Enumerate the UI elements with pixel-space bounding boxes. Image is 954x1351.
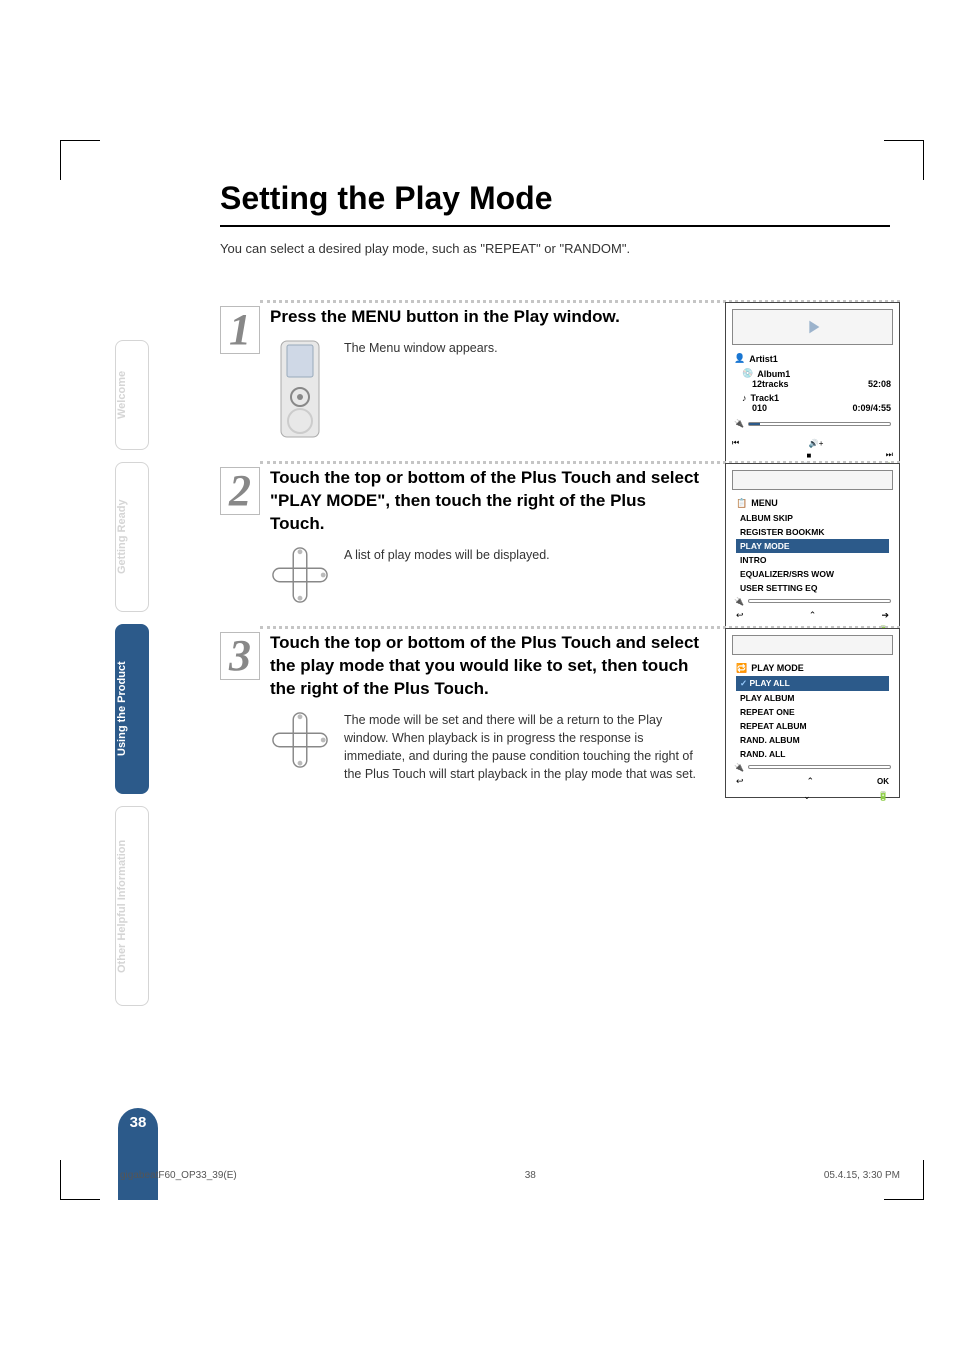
playmode-item: PLAY ALBUM	[736, 691, 889, 705]
menu-title: MENU	[751, 498, 778, 508]
playmode-title: PLAY MODE	[751, 663, 804, 673]
page-title: Setting the Play Mode	[120, 180, 900, 217]
play-window-screen: 👤 Artist1 💿 Album1 12tracks 52:08 ♪ Track1 0…	[725, 302, 900, 472]
sidebar-tab-other-info[interactable]: Other Helpful Information	[115, 806, 149, 1006]
step-number: 3	[220, 632, 260, 680]
down-icon: ⌄	[803, 791, 811, 802]
track-num: 010	[752, 403, 767, 413]
up-icon: ⌃	[809, 610, 817, 621]
footer-pagenum: 38	[525, 1170, 536, 1181]
playmode-item: REPEAT ALBUM	[736, 719, 889, 733]
playmode-item: RAND. ALBUM	[736, 733, 889, 747]
footer-filename: gigabeatF60_OP33_39(E)	[120, 1170, 237, 1181]
plus-touch-icon	[270, 546, 330, 604]
stop-icon: ■	[806, 451, 811, 460]
crop-mark	[60, 1160, 100, 1200]
crop-mark	[60, 140, 100, 180]
battery-icon: 🔋	[878, 791, 889, 802]
next-icon: ⏭	[886, 450, 893, 460]
step-heading: Press the MENU button in the Play window…	[270, 306, 700, 329]
remote-icon	[270, 339, 330, 439]
note-icon: ♪	[742, 393, 747, 403]
menu-item: INTRO	[736, 553, 889, 567]
track-label: Track1	[751, 393, 780, 403]
step-1: 1 Press the MENU button in the Play wind…	[120, 306, 900, 439]
playmode-item: REPEAT ONE	[736, 705, 889, 719]
step-3: 3 Touch the top or bottom of the Plus To…	[120, 632, 900, 783]
playmode-list: ✓ PLAY ALL PLAY ALBUM REPEAT ONE REPEAT …	[726, 676, 899, 761]
back-icon: ↩	[736, 610, 744, 621]
artist-label: Artist1	[749, 354, 778, 364]
playmode-item: RAND. ALL	[736, 747, 889, 761]
menu-item-selected: PLAY MODE	[736, 539, 889, 553]
ok-label: OK	[877, 777, 889, 786]
step-number: 2	[220, 467, 260, 515]
footer-meta: gigabeatF60_OP33_39(E) 38 05.4.15, 3:30 …	[120, 1170, 900, 1181]
page-content: Setting the Play Mode You can select a d…	[120, 180, 900, 811]
up-icon: ⌃	[807, 776, 815, 787]
playmode-item-selected: ✓ PLAY ALL	[736, 676, 889, 691]
playmode-window-screen: 🔁 PLAY MODE ✓ PLAY ALL PLAY ALBUM REPEAT …	[725, 628, 900, 798]
menu-list: ALBUM SKIP REGISTER BOOKMK PLAY MODE INT…	[726, 511, 899, 595]
step-heading: Touch the top or bottom of the Plus Touc…	[270, 467, 700, 536]
step-text: A list of play modes will be displayed.	[344, 546, 550, 564]
disc-icon: 💿	[742, 368, 753, 379]
plus-touch-icon	[270, 711, 330, 769]
step-2: 2 Touch the top or bottom of the Plus To…	[120, 467, 900, 604]
repeat-icon: 🔁	[736, 663, 747, 674]
menu-item: USER SETTING EQ	[736, 581, 889, 595]
album-label: Album1	[757, 369, 790, 379]
right-arrow-icon: ➔	[881, 610, 889, 621]
step-number: 1	[220, 306, 260, 354]
charge-icon: 🔌	[734, 763, 744, 772]
crop-mark	[884, 140, 924, 180]
back-icon: ↩	[736, 776, 744, 787]
menu-item: REGISTER BOOKMK	[736, 525, 889, 539]
title-rule	[220, 225, 890, 227]
menu-item: EQUALIZER/SRS WOW	[736, 567, 889, 581]
album-time: 52:08	[868, 379, 891, 389]
step-text: The Menu window appears.	[344, 339, 498, 357]
person-icon: 👤	[734, 353, 745, 364]
step-text: The mode will be set and there will be a…	[344, 711, 700, 784]
menu-item: ALBUM SKIP	[736, 511, 889, 525]
vol-up-icon: 🔊+	[809, 439, 824, 448]
menu-window-screen: 📋 MENU ALBUM SKIP REGISTER BOOKMK PLAY MO…	[725, 463, 900, 633]
footer-timestamp: 05.4.15, 3:30 PM	[824, 1170, 900, 1181]
charge-icon: 🔌	[734, 597, 744, 606]
track-time: 0:09/4:55	[852, 403, 891, 413]
prev-icon: ⏮	[732, 438, 739, 448]
step-heading: Touch the top or bottom of the Plus Touc…	[270, 632, 700, 701]
album-tracks: 12tracks	[752, 379, 789, 389]
list-icon: 📋	[736, 498, 747, 509]
intro-text: You can select a desired play mode, such…	[120, 241, 900, 256]
charge-icon: 🔌	[734, 419, 744, 428]
